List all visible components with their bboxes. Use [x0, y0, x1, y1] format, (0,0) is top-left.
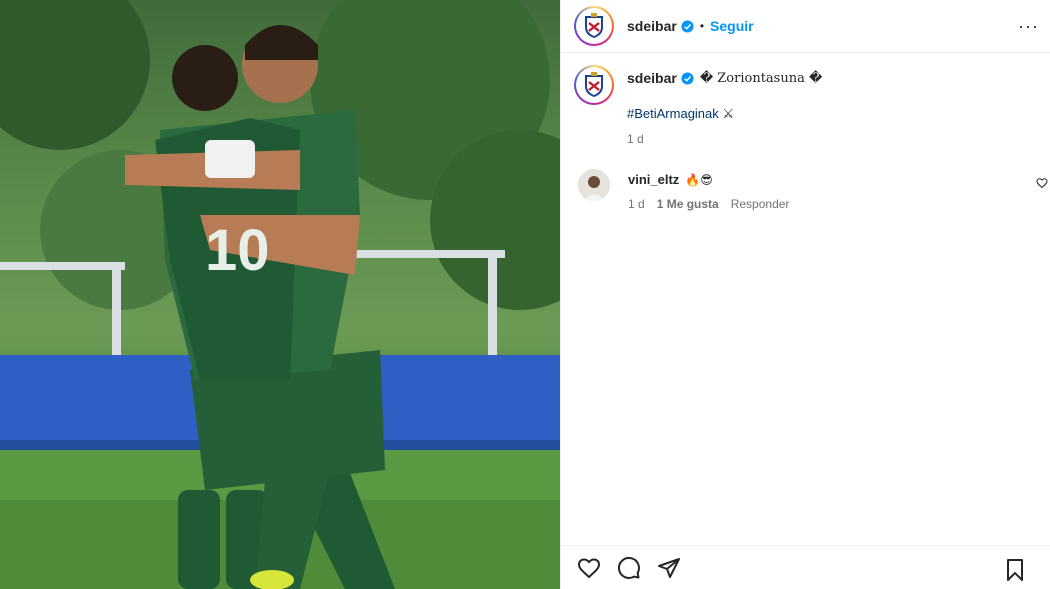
- follow-button[interactable]: Seguir: [710, 18, 754, 34]
- commenter-username[interactable]: vini_eltz: [628, 172, 679, 187]
- verified-badge-icon: [681, 71, 694, 85]
- hashtag-link[interactable]: #BetiArmaginak: [627, 106, 719, 121]
- club-crest-icon: [585, 72, 603, 97]
- post-actions-bar: [561, 545, 1050, 589]
- comment-heart-icon[interactable]: [1036, 177, 1048, 189]
- like-button[interactable]: [577, 556, 601, 580]
- share-button[interactable]: [657, 556, 681, 580]
- post-timestamp[interactable]: 1 d: [627, 132, 822, 146]
- bookmark-icon: [1007, 559, 1023, 581]
- caption-hashtag-line: #BetiArmaginak ⚔: [627, 106, 822, 122]
- post-side-panel: sdeibar • Seguir ··· sdeibar � Zoriontas…: [560, 0, 1050, 589]
- separator-dot: •: [699, 19, 705, 33]
- jersey-number: 10: [205, 218, 270, 283]
- post-photo[interactable]: 10: [0, 0, 560, 589]
- post-modal: 10 sdeibar • Seguir ··· sdeibar � Zorion…: [0, 0, 1050, 589]
- share-icon: [658, 557, 680, 578]
- comment-item: vini_eltz 🔥😎 1 d 1 Me gusta Responder: [578, 169, 1048, 211]
- comment-timestamp[interactable]: 1 d: [628, 197, 645, 211]
- author-avatar[interactable]: [574, 6, 614, 46]
- caption-author-avatar[interactable]: [574, 65, 614, 105]
- club-crest-icon: [585, 13, 603, 38]
- comment-icon: [617, 556, 640, 579]
- post-caption: sdeibar � Zoriontasuna � #BetiArmaginak …: [574, 65, 1034, 146]
- photo-illustration: 10: [0, 0, 560, 589]
- verified-badge-icon: [681, 19, 694, 33]
- reply-button[interactable]: Responder: [731, 197, 790, 211]
- comment-text: 🔥😎: [685, 172, 713, 187]
- save-button[interactable]: [1003, 558, 1027, 582]
- comment-likes[interactable]: 1 Me gusta: [657, 197, 719, 211]
- post-header: sdeibar • Seguir ···: [561, 0, 1050, 53]
- crossed-swords-emoji: ⚔: [722, 106, 735, 121]
- commenter-photo: [578, 169, 610, 201]
- comment-button[interactable]: [617, 556, 641, 580]
- commenter-avatar[interactable]: [578, 169, 610, 201]
- caption-message: � Zoriontasuna �: [699, 70, 823, 86]
- author-username[interactable]: sdeibar: [627, 18, 677, 34]
- caption-author-username[interactable]: sdeibar: [627, 70, 677, 86]
- heart-icon: [577, 557, 601, 578]
- more-options-icon[interactable]: ···: [1018, 16, 1039, 37]
